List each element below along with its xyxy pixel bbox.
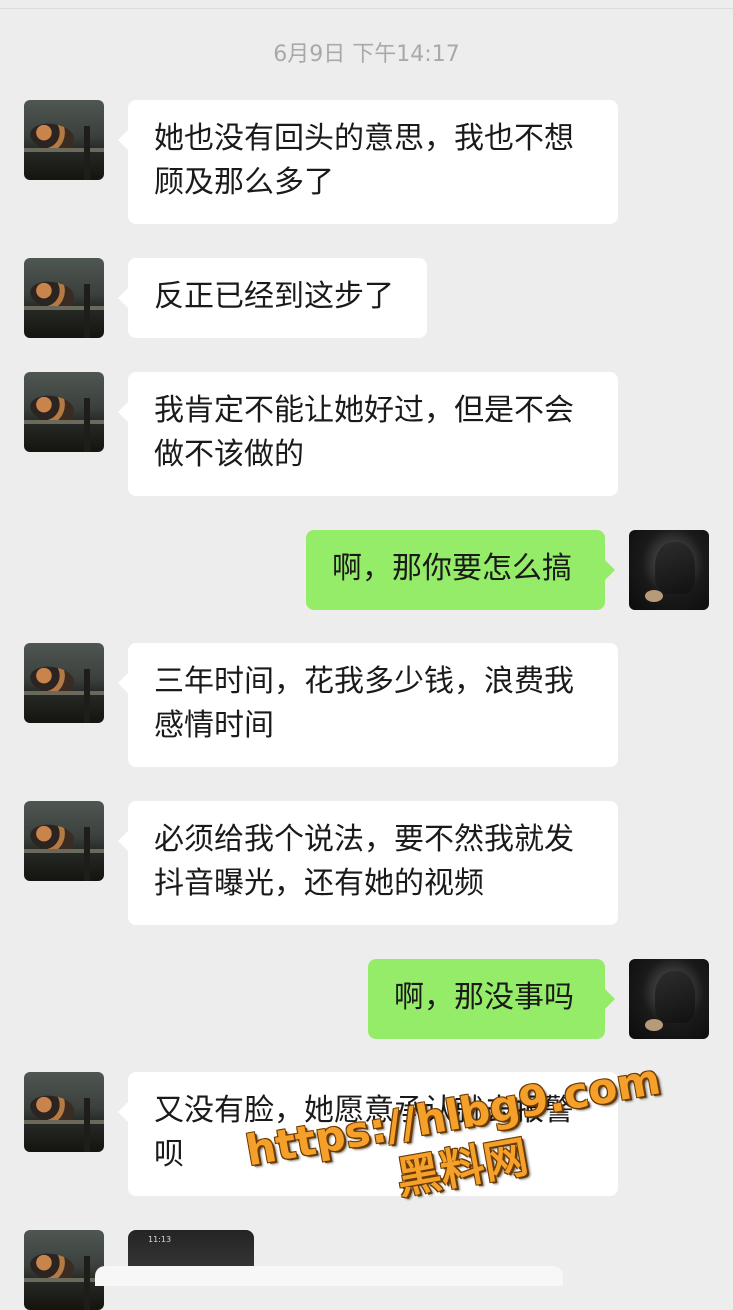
contact-avatar[interactable] xyxy=(24,372,104,452)
contact-avatar[interactable] xyxy=(24,801,104,881)
contact-avatar[interactable] xyxy=(24,1072,104,1152)
outgoing-message-bubble[interactable]: 啊，那没事吗 xyxy=(368,959,615,1039)
my-avatar[interactable] xyxy=(629,959,709,1039)
incoming-message-bubble[interactable]: 必须给我个说法，要不然我就发抖音曝光，还有她的视频 xyxy=(118,801,618,925)
contact-avatar[interactable] xyxy=(24,643,104,723)
thumbnail-time-text: 11:13 xyxy=(148,1235,172,1244)
outgoing-message-bubble[interactable]: 啊，那你要怎么搞 xyxy=(306,530,615,610)
incoming-message-bubble[interactable]: 反正已经到这步了 xyxy=(118,258,427,338)
chat-timestamp: 6月9日 下午14:17 xyxy=(273,42,460,67)
contact-avatar[interactable] xyxy=(24,100,104,180)
my-avatar[interactable] xyxy=(629,530,709,610)
incoming-message-bubble[interactable]: 三年时间，花我多少钱，浪费我感情时间 xyxy=(118,643,618,767)
incoming-message-bubble[interactable]: 她也没有回头的意思，我也不想顾及那么多了 xyxy=(118,100,618,224)
top-divider xyxy=(0,8,733,9)
contact-avatar[interactable] xyxy=(24,258,104,338)
contact-avatar[interactable] xyxy=(24,1230,104,1310)
input-bar-edge xyxy=(95,1266,563,1286)
incoming-message-bubble[interactable]: 我肯定不能让她好过，但是不会做不该做的 xyxy=(118,372,618,496)
